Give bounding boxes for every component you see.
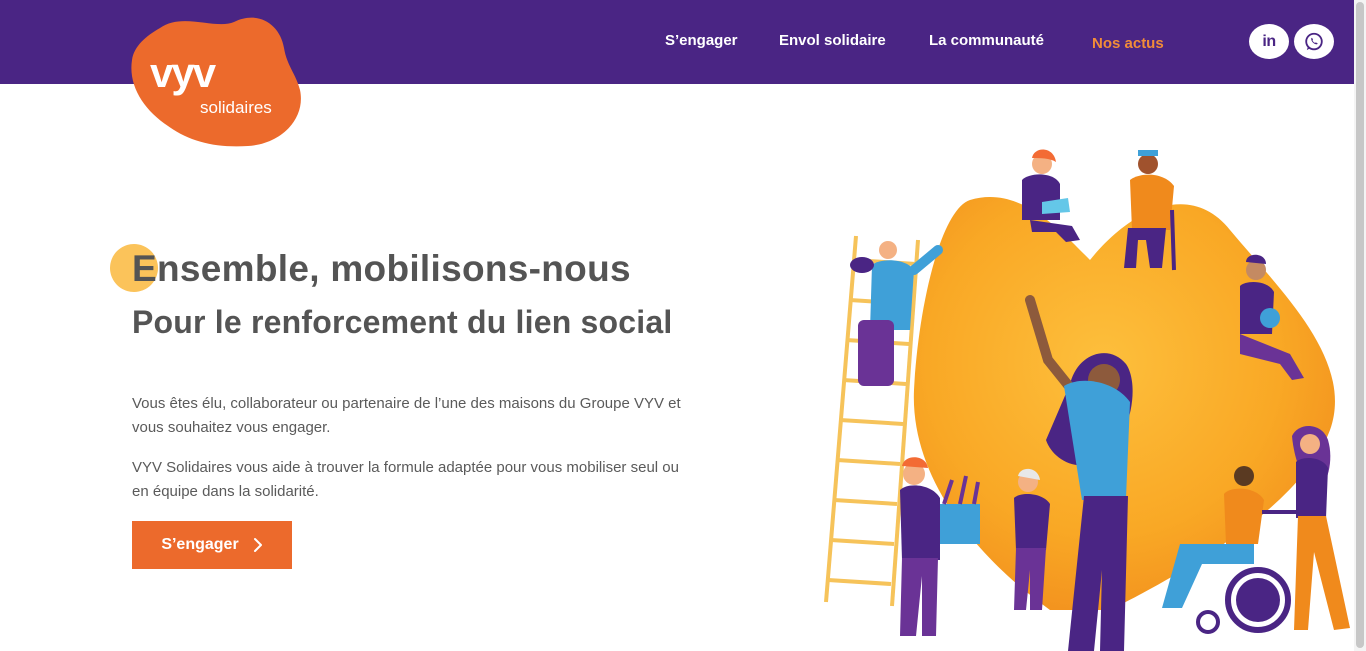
linkedin-button[interactable]: in [1249, 24, 1289, 59]
community-illustration [824, 149, 1350, 651]
page-scrollbar[interactable] [1354, 0, 1366, 651]
sengager-button[interactable]: S’engager [132, 521, 292, 569]
nav-item-sengager[interactable]: S’engager [665, 32, 738, 49]
nav-item-nos-actus[interactable]: Nos actus [1092, 35, 1164, 52]
whatsapp-icon [1305, 32, 1323, 50]
logo-text: vyv [150, 49, 216, 96]
whatsapp-button[interactable] [1294, 24, 1334, 59]
scrollbar-thumb[interactable] [1356, 2, 1364, 648]
page-subtitle: Pour le renforcement du lien social [132, 304, 673, 340]
sengager-button-label: S’engager [161, 536, 239, 553]
nav-item-envol-solidaire[interactable]: Envol solidaire [779, 32, 886, 49]
chevron-right-icon [253, 538, 262, 552]
vyv-solidaires-logo[interactable]: vyv solidaires [130, 14, 306, 148]
logo-subtext: solidaires [200, 98, 272, 117]
linkedin-icon: in [1262, 32, 1276, 50]
nav-item-la-communaute[interactable]: La communauté [929, 32, 1044, 49]
intro-paragraph-2: VYV Solidaires vous aide à trouver la fo… [132, 459, 679, 500]
page-title: Ensemble, mobilisons-nous [132, 248, 631, 289]
intro-paragraph-1: Vous êtes élu, collaborateur ou partenai… [132, 395, 681, 436]
caregiver-woman-figure [1292, 425, 1350, 630]
